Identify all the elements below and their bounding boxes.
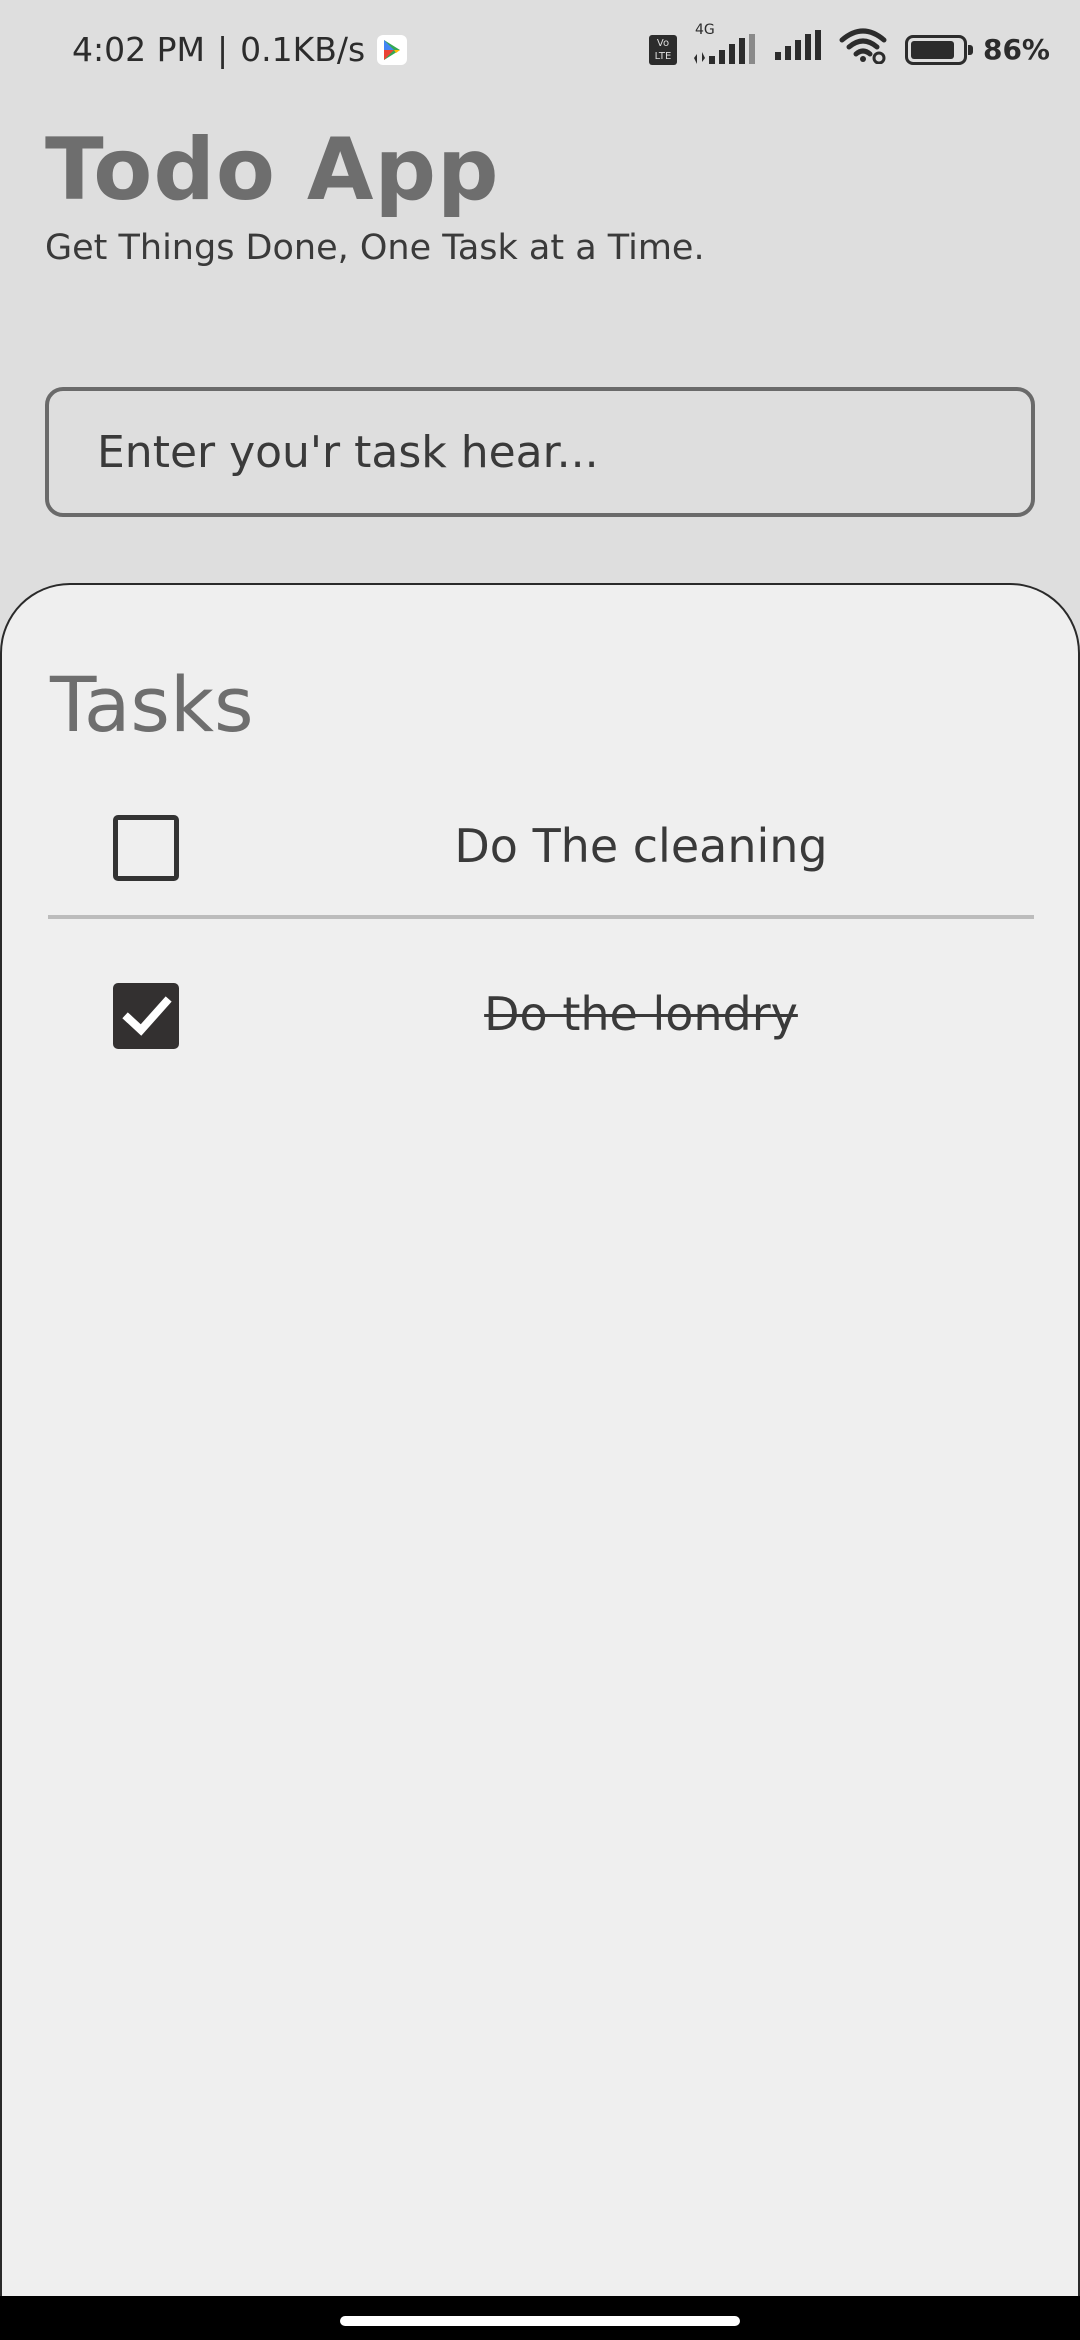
volte-icon: Vo LTE [648,34,677,65]
battery-percent: 86% [982,33,1050,66]
status-left: 4:02 PM | 0.1KB/s [72,30,408,69]
network-speed: 0.1KB/s [240,30,366,69]
status-time: 4:02 PM [72,30,205,69]
task-row[interactable]: Do The cleaning [48,785,1034,919]
task-input[interactable] [45,387,1035,517]
checkmark-icon [122,996,172,1036]
navigation-bar [0,2296,1080,2340]
task-checkbox[interactable] [113,815,179,881]
app-title: Todo App [45,120,500,220]
tasks-heading: Tasks [50,660,254,749]
signal-icon-4g: 4G [693,22,757,66]
signal-icon [773,30,823,69]
wifi-icon [839,28,889,71]
task-label[interactable]: Do the londry [248,987,1034,1041]
network-type-label: 4G [694,21,715,38]
task-checkbox-checked[interactable] [113,983,179,1049]
app-screen: 4:02 PM | 0.1KB/s Vo LTE 4G 86% Todo App… [0,0,1080,2340]
play-store-icon [377,34,408,65]
battery-fill [910,40,954,59]
app-subtitle: Get Things Done, One Task at a Time. [45,228,705,268]
battery-icon [904,34,973,65]
task-label[interactable]: Do The cleaning [248,819,1034,873]
task-row[interactable]: Do the londry [48,953,1034,1083]
status-bar: 4:02 PM | 0.1KB/s Vo LTE 4G 86% [0,0,1080,100]
status-right: Vo LTE 4G 86% [648,22,1050,71]
home-indicator[interactable] [340,2316,740,2326]
status-separator: | [216,30,229,69]
tasks-panel: Tasks Do The cleaning Do the londry [0,583,1080,2340]
